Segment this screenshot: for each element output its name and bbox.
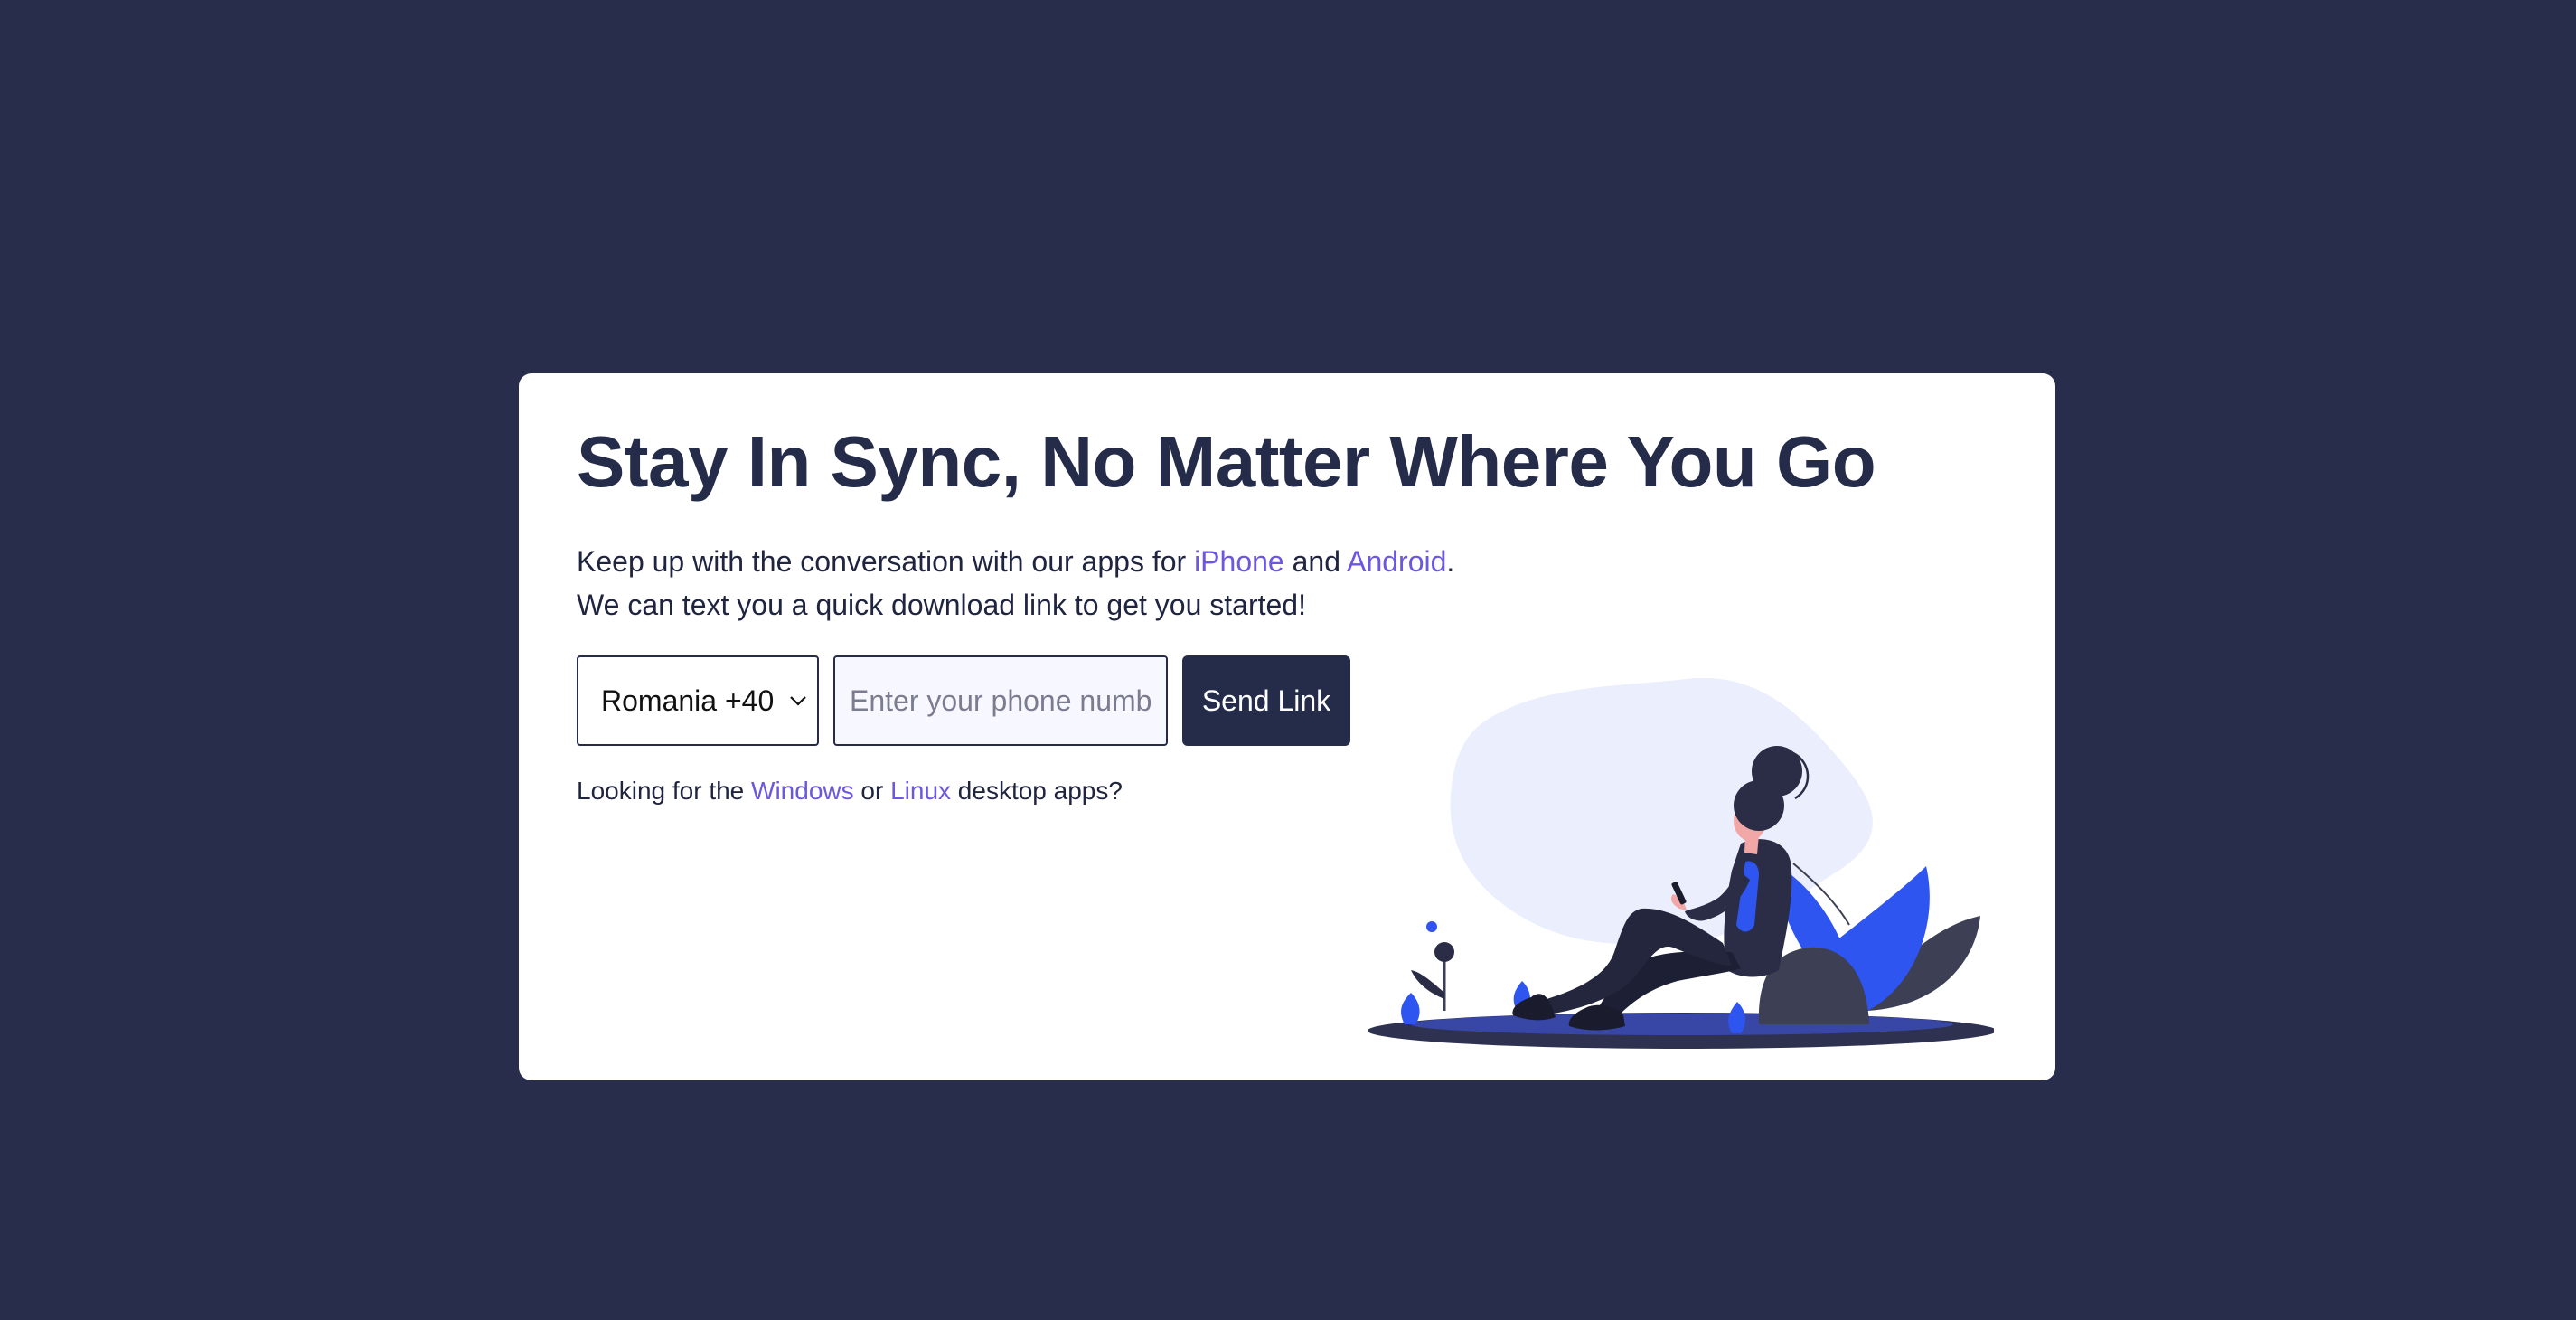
intro-and: and xyxy=(1283,545,1348,578)
flower-leaf xyxy=(1411,970,1444,999)
small-blue-plant-left xyxy=(1401,993,1420,1024)
phone-number-input[interactable] xyxy=(833,655,1168,746)
country-select-value: Romania +40 xyxy=(601,684,775,717)
intro-suffix: . xyxy=(1446,545,1455,578)
send-link-form: Romania +40 Send Link xyxy=(577,655,1350,746)
iphone-link[interactable]: iPhone xyxy=(1194,545,1284,578)
country-code-select[interactable]: Romania +40 xyxy=(577,655,819,746)
page-title: Stay In Sync, No Matter Where You Go xyxy=(577,421,1876,502)
desktop-apps-text: Looking for the Windows or Linux desktop… xyxy=(577,777,1123,806)
woman-with-phone-illustration xyxy=(1368,677,1994,1049)
send-link-button[interactable]: Send Link xyxy=(1182,655,1350,746)
desktop-or: or xyxy=(853,777,891,805)
flower-bud-blue xyxy=(1426,921,1437,932)
android-link[interactable]: Android xyxy=(1347,545,1446,578)
small-blue-plant-right xyxy=(1728,1002,1745,1033)
sync-card: Stay In Sync, No Matter Where You Go Kee… xyxy=(519,373,2055,1080)
windows-link[interactable]: Windows xyxy=(751,777,854,805)
linux-link[interactable]: Linux xyxy=(890,777,951,805)
ground-highlight xyxy=(1411,1014,1953,1035)
desktop-prefix: Looking for the xyxy=(577,777,752,805)
intro-line-2: We can text you a quick download link to… xyxy=(577,589,1306,621)
flower-bud-dark xyxy=(1434,942,1454,962)
chevron-down-icon xyxy=(790,696,806,706)
intro-text: Keep up with the conversation with our a… xyxy=(577,540,1454,627)
intro-line-1: Keep up with the conversation with our a… xyxy=(577,540,1454,583)
desktop-suffix: desktop apps? xyxy=(951,777,1123,805)
intro-prefix: Keep up with the conversation with our a… xyxy=(577,545,1195,578)
